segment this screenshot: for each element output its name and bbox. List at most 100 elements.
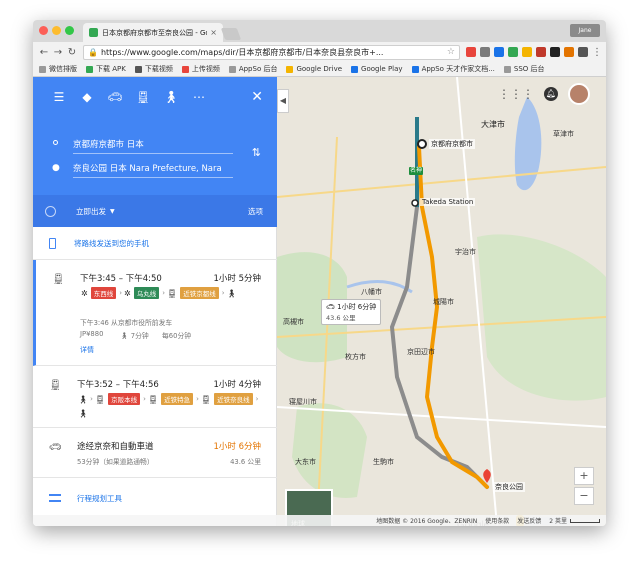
route-walk-time: 🚶︎ 7分钟: [120, 332, 149, 340]
map-label: 大津市: [481, 120, 505, 129]
extension-icon[interactable]: [564, 47, 574, 57]
phone-icon: [49, 237, 56, 249]
destination-marker[interactable]: [483, 469, 491, 483]
subway-icon: ✲: [81, 288, 88, 298]
route-option-drive[interactable]: 🚗︎ 途经京奈和自動車道 1小时 6分钟 53分钟（如果道路通畅） 43.6 公…: [33, 428, 277, 478]
bookmark-item[interactable]: 微信排版: [39, 64, 77, 74]
best-route-icon[interactable]: ◆: [73, 90, 101, 104]
bookmark-item[interactable]: 下载 APK: [86, 64, 126, 74]
tab-close-icon[interactable]: ×: [210, 28, 217, 37]
station-marker[interactable]: [411, 199, 419, 207]
avatar[interactable]: [568, 83, 590, 105]
bookmark-item[interactable]: 上传视频: [181, 64, 220, 74]
close-window-button[interactable]: [39, 26, 48, 35]
destination-field[interactable]: 奈良公园 日本 Nara Prefecture, Nara: [73, 162, 233, 178]
line-chip: 近铁特急: [161, 393, 194, 405]
extension-icon[interactable]: [550, 47, 560, 57]
chevron-right-icon: ›: [143, 395, 146, 403]
doc-icon: [503, 65, 511, 73]
bookmark-star-icon[interactable]: ☆: [447, 47, 455, 57]
depart-now-dropdown[interactable]: 立即出发: [76, 206, 106, 217]
notifications-icon[interactable]: 🔔︎: [544, 87, 558, 101]
extension-icon[interactable]: [480, 47, 490, 57]
route-title: 途经京奈和自動車道: [77, 442, 154, 452]
origin-field[interactable]: 京都府京都市 日本: [73, 138, 233, 154]
tools-icon: [49, 494, 61, 502]
send-to-phone-link[interactable]: 将路线发送到您的手机: [74, 238, 149, 249]
map-label: 京都府京都市: [429, 139, 475, 149]
train-icon: 🚆︎: [52, 274, 65, 285]
play-icon: [351, 65, 359, 73]
feedback-link[interactable]: 发送反馈: [517, 516, 541, 525]
bubble-duration: 🚗︎ 1小时 6分钟: [326, 303, 377, 311]
origin-marker[interactable]: [417, 139, 427, 149]
route-bubble[interactable]: 🚗︎ 1小时 6分钟 43.6 公里: [321, 299, 382, 325]
extension-icon[interactable]: [578, 47, 588, 57]
extension-icon[interactable]: [522, 47, 532, 57]
bookmark-item[interactable]: SSO 后台: [503, 64, 545, 74]
car-icon[interactable]: 🚗︎: [101, 90, 129, 104]
extension-icon[interactable]: [494, 47, 504, 57]
line-chip: 乌丸线: [133, 287, 160, 299]
trip-tools-row[interactable]: 行程规划工具: [33, 483, 277, 513]
back-arrow-icon[interactable]: ←: [37, 47, 51, 58]
forward-arrow-icon[interactable]: →: [51, 47, 65, 58]
profile-chip[interactable]: Jane: [570, 24, 600, 37]
map-data-credit: 地图数据 © 2016 Google、ZENRIN: [376, 518, 478, 525]
browser-tab[interactable]: 日本京都府京都市至奈良公园 - Google ×: [83, 23, 223, 42]
bookmark-item[interactable]: AppSo 后台: [228, 64, 277, 74]
train-icon: 🚆︎: [167, 288, 178, 298]
bookmark-icon: [39, 65, 46, 73]
new-tab-button[interactable]: [220, 28, 242, 40]
terms-link[interactable]: 使用条款: [485, 516, 509, 525]
chevron-right-icon: ›: [119, 289, 123, 297]
bookmark-item[interactable]: Google Play: [351, 65, 403, 73]
browser-menu-icon[interactable]: ⋮: [592, 47, 602, 58]
route-option-1[interactable]: 🚆︎ 下午3:45 – 下午4:50 1小时 5分钟 ✲ 东西线 › ✲ 乌丸线…: [33, 260, 277, 366]
route-fare: JP¥880: [80, 330, 104, 338]
zoom-in-button[interactable]: +: [574, 467, 594, 485]
map-label: 奈良公园: [493, 482, 525, 492]
map-label: 生駒市: [373, 458, 394, 466]
route-frequency: 每60分钟: [162, 332, 192, 340]
maximize-window-button[interactable]: [65, 26, 74, 35]
map-label: 大东市: [295, 458, 316, 466]
bookmark-item[interactable]: Google Drive: [286, 65, 342, 73]
bookmark-icon: [228, 65, 236, 73]
trip-tools-link[interactable]: 行程规划工具: [77, 493, 122, 504]
bookmark-item[interactable]: 下载视频: [134, 64, 173, 74]
extension-icon[interactable]: [508, 47, 518, 57]
minimize-window-button[interactable]: [52, 26, 61, 35]
extension-icon[interactable]: [536, 47, 546, 57]
map-label: 高槻市: [283, 318, 304, 326]
route-option-2[interactable]: 🚆︎ 下午3:52 – 下午4:56 1小时 4分钟 🚶︎ › 🚆︎ 京阪本线 …: [33, 366, 277, 428]
hamburger-icon[interactable]: ☰: [45, 90, 73, 104]
walk-icon[interactable]: 🚶︎: [157, 90, 185, 104]
bookmark-item[interactable]: AppSo 天才作家文档...: [411, 64, 495, 74]
send-to-phone-row[interactable]: 将路线发送到您的手机: [33, 227, 277, 260]
collapse-panel-button[interactable]: ◀: [277, 89, 289, 113]
lock-icon: 🔒: [88, 47, 98, 57]
map-label: 草津市: [553, 130, 574, 138]
lake-biwa: [514, 97, 542, 191]
reload-icon[interactable]: ↻: [65, 47, 79, 58]
walk-icon: 🚶︎: [226, 288, 237, 298]
close-icon[interactable]: ✕: [251, 89, 263, 105]
zoom-out-button[interactable]: −: [574, 487, 594, 505]
swap-icon[interactable]: ⇅: [252, 146, 261, 159]
more-icon[interactable]: ⋯: [185, 90, 213, 104]
route-duration: 1小时 4分钟: [213, 380, 261, 390]
drive-icon: [286, 65, 294, 73]
details-link[interactable]: 详情: [80, 345, 94, 355]
scale-label: 2 英里: [549, 518, 567, 525]
bookmark-icon: [134, 65, 142, 73]
map-canvas[interactable]: ◀ ⋮⋮⋮ 🔔︎ 大津市 草津市 京都府京都市 Takeda Station 八…: [277, 77, 606, 526]
apps-grid-icon[interactable]: ⋮⋮⋮: [498, 87, 534, 101]
chevron-down-icon[interactable]: ▼: [110, 208, 115, 215]
options-button[interactable]: 选项: [248, 206, 263, 217]
route-traffic-info: 53分钟（如果道路通畅）: [77, 458, 154, 466]
scale-bar: [570, 518, 600, 523]
transit-icon[interactable]: 🚆︎: [129, 90, 157, 104]
address-bar[interactable]: 🔒 https://www.google.com/maps/dir/日本京都府京…: [83, 44, 460, 60]
extension-icon[interactable]: [466, 47, 476, 57]
